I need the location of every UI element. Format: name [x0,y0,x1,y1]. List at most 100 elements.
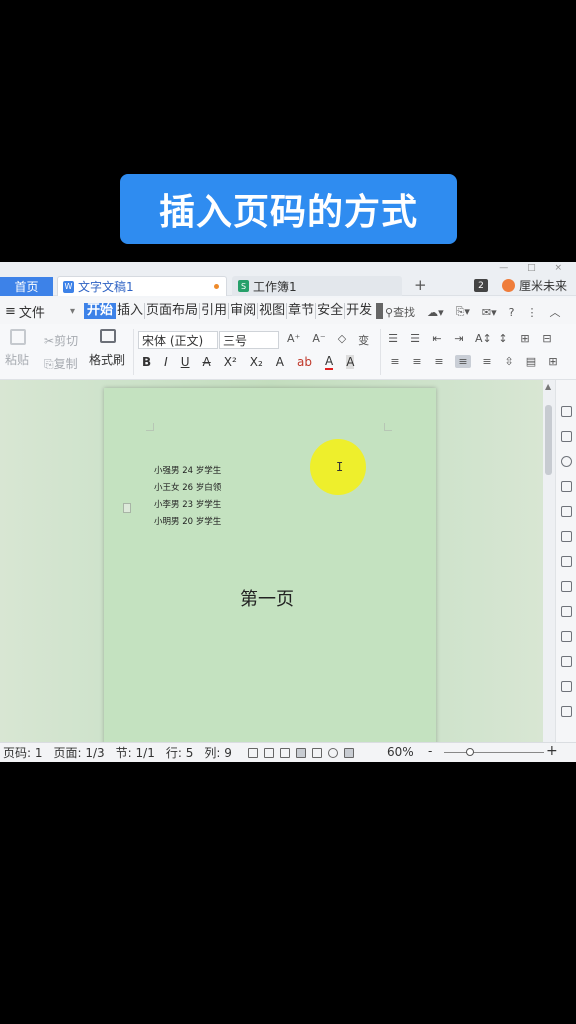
tab-start[interactable]: 开始 [84,303,117,319]
cloud-icon[interactable]: ☁▾ [427,306,444,319]
new-tab-button[interactable]: + [414,276,427,294]
tab-insert[interactable]: 插入 [116,303,146,319]
picture-icon[interactable] [561,631,572,642]
collapse-ribbon-icon[interactable]: ︿ [550,304,561,320]
reading-view-icon[interactable] [263,747,274,758]
numbered-list-icon[interactable]: ☰ [409,332,421,345]
select-icon[interactable] [561,431,572,442]
tab-document[interactable]: W 文字文稿1 [57,276,227,296]
menu-scroll-handle[interactable] [376,303,384,319]
text-direction-icon[interactable]: A↕ [475,332,492,345]
fullscreen-icon[interactable] [247,747,258,758]
tab-workbook-label: 工作簿1 [253,279,297,294]
more-icon[interactable]: ⋮ [527,306,538,319]
zoom-out-button[interactable]: - [428,744,432,758]
mail-icon[interactable]: ✉▾ [482,306,497,319]
eye-protection-icon[interactable] [343,747,354,758]
align-center-icon[interactable]: ≡ [411,355,423,368]
shading-icon[interactable]: ▤ [525,355,537,368]
show-marks-icon[interactable]: ⊞ [519,332,531,345]
distribute-icon[interactable]: ≡ [481,355,493,368]
format-painter-button[interactable]: 格式刷 [89,351,125,368]
font-size-select[interactable]: 三号 [219,331,279,349]
bold-button[interactable]: B [142,355,151,369]
copy-button[interactable]: ⎘复制 [44,355,78,372]
tab-page-layout[interactable]: 页面布局 [145,303,201,319]
tab-security[interactable]: 安全 [316,303,346,319]
file-menu[interactable]: ≡ 文件 [0,302,70,321]
edit-view-icon[interactable] [279,747,290,758]
strikethrough-button[interactable]: A [203,355,211,369]
chart-icon[interactable] [561,581,572,592]
paste-icon[interactable] [10,329,26,345]
window-controls[interactable]: — □ × [499,263,570,273]
export-icon[interactable] [561,656,572,667]
share-icon[interactable]: ⎘▾ [456,305,470,319]
char-shading-button[interactable]: A [346,355,355,369]
paste-button[interactable]: 粘贴 [5,351,29,368]
tab-review[interactable]: 审阅 [229,303,259,319]
zoom-slider-track[interactable] [444,752,544,753]
help-icon[interactable]: ? [509,306,515,319]
font-color-button[interactable]: A [324,354,334,370]
paragraph-handle-icon[interactable] [123,503,131,513]
tab-chapter[interactable]: 章节 [287,303,317,319]
phonetic-icon[interactable]: 变 [358,332,369,348]
decrease-indent-icon[interactable]: ⇤ [431,332,443,345]
web-view-icon[interactable] [327,747,338,758]
table-icon[interactable] [561,531,572,542]
edit-icon[interactable] [561,406,572,417]
collapse-icon[interactable]: ⊟ [541,332,553,345]
chevron-down-icon[interactable]: ▾ [70,306,84,317]
tools-icon[interactable] [561,681,572,692]
grow-font-icon[interactable]: A⁺ [287,332,300,348]
page-view-icon[interactable] [295,747,306,758]
tab-view[interactable]: 视图 [258,303,288,319]
vertical-scrollbar[interactable]: ▲ [543,380,555,742]
scroll-thumb[interactable] [545,405,552,475]
zoom-level[interactable]: 60% [387,745,414,759]
location-icon[interactable] [561,456,572,467]
unsaved-dot-icon [214,284,219,289]
bullet-list-icon[interactable]: ☰ [387,332,399,345]
scroll-up-icon[interactable]: ▲ [545,382,551,391]
clear-format-icon[interactable]: ◇ [338,332,346,348]
cut-button[interactable]: ✂剪切 [44,332,78,349]
align-left-icon[interactable]: ≡ [389,355,401,368]
text-effect-button[interactable]: A [276,355,284,369]
zoom-in-button[interactable]: + [546,743,558,759]
increase-indent-icon[interactable]: ⇥ [453,332,465,345]
page-heading: 第一页 [240,589,294,610]
shapes-icon[interactable] [561,481,572,492]
grid-icon[interactable] [561,556,572,567]
tab-developer[interactable]: 开发 [345,303,373,319]
superscript-button[interactable]: X² [224,355,237,369]
user-account[interactable]: 厘米未来 [502,277,567,294]
link-icon[interactable] [561,606,572,617]
tab-references[interactable]: 引用 [200,303,230,319]
format-painter-icon[interactable] [100,329,116,343]
highlight-button[interactable]: ab [297,355,312,369]
zoom-slider-handle[interactable] [466,748,474,756]
justify-icon[interactable]: ≡ [455,355,471,368]
document-body[interactable]: 小强男 24 岁学生 小王女 26 岁白领 小李男 23 岁学生 小明男 20 … [154,463,221,531]
italic-button[interactable]: I [164,355,168,369]
status-page-count[interactable]: 页面: 1/3 [54,744,105,761]
document-page[interactable]: 小强男 24 岁学生 小王女 26 岁白领 小李男 23 岁学生 小明男 20 … [104,388,436,742]
align-right-icon[interactable]: ≡ [433,355,445,368]
sort-icon[interactable]: ↕ [497,332,509,345]
line-spacing-icon[interactable]: ⇳ [503,355,515,368]
font-name-select[interactable]: 宋体 (正文) [138,331,218,349]
underline-button[interactable]: U [181,355,190,369]
tab-workbook[interactable]: S 工作簿1 [232,276,402,296]
status-page-number: 页码: 1 [3,746,43,760]
style-icon[interactable] [561,506,572,517]
document-icon[interactable] [561,706,572,717]
tab-home[interactable]: 首页 [0,277,53,296]
search-button[interactable]: ⚲查找 [385,304,415,320]
shrink-font-icon[interactable]: A⁻ [312,332,325,348]
subscript-button[interactable]: X₂ [250,355,263,369]
border-icon[interactable]: ⊞ [547,355,559,368]
window-count-badge[interactable]: 2 [474,279,488,292]
outline-view-icon[interactable] [311,747,322,758]
